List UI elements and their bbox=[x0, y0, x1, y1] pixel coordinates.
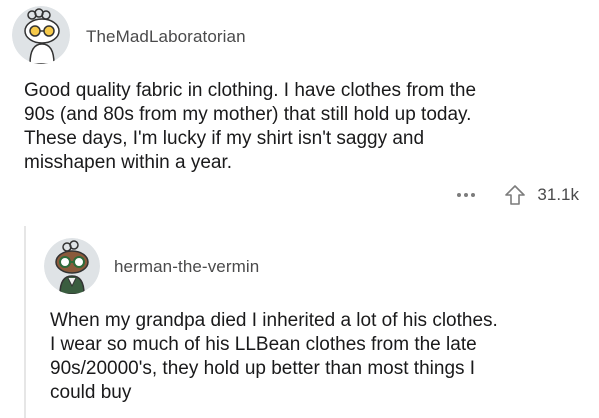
comment-body: When my grandpa died I inherited a lot o… bbox=[50, 309, 590, 405]
comment-1: TheMadLaboratorian Good quality fabric i… bbox=[0, 0, 599, 230]
username[interactable]: herman-the-vermin bbox=[114, 257, 259, 277]
comment-line: could buy bbox=[50, 382, 132, 403]
comment-line: I wear so much of his LLBean clothes fro… bbox=[50, 334, 477, 355]
comment-line: These days, I'm lucky if my shirt isn't … bbox=[24, 128, 425, 149]
user-avatar-icon[interactable] bbox=[44, 238, 100, 294]
comment-2: herman-the-vermin When my grandpa died I… bbox=[0, 230, 599, 418]
comment-body: Good quality fabric in clothing. I have … bbox=[24, 79, 584, 175]
vote-score: 31.1k bbox=[537, 185, 579, 204]
user-avatar-icon[interactable] bbox=[12, 6, 70, 64]
comment-line: 90s/20000's, they hold up better than mo… bbox=[50, 358, 476, 379]
more-options-icon[interactable] bbox=[449, 183, 483, 207]
upvote-arrow-icon[interactable] bbox=[503, 183, 527, 207]
comment-line: misshapen within a year. bbox=[24, 152, 233, 173]
comment-line: When my grandpa died I inherited a lot o… bbox=[50, 310, 498, 331]
comment-actions: 31.1k bbox=[449, 180, 579, 210]
comment-line: 90s (and 80s from my mother) that still … bbox=[24, 104, 472, 125]
username[interactable]: TheMadLaboratorian bbox=[86, 27, 246, 47]
comment-line: Good quality fabric in clothing. I have … bbox=[24, 80, 477, 101]
